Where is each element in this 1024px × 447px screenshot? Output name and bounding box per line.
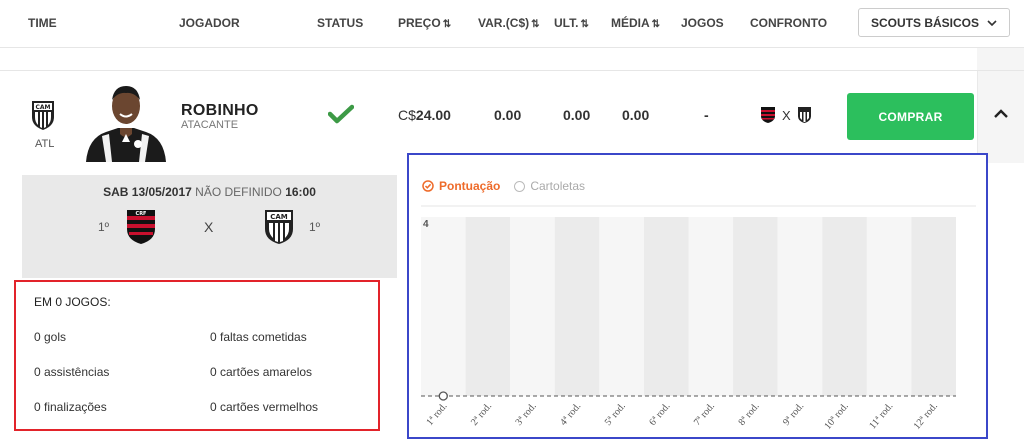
sort-icon: ⇅ [442,19,452,30]
atletico-mg-crest-icon: CAM [265,210,293,244]
x-tick-label: 4ª rod. [558,401,583,428]
check-icon [328,104,354,124]
y-tick-label: 4 [423,219,429,230]
svg-text:CAM: CAM [270,213,288,221]
away-team-position: 1º [309,220,321,234]
chart-band [643,217,689,396]
svg-text:CRF: CRF [136,211,147,217]
x-tick-label: 3ª rod. [514,401,539,428]
sort-icon: ⇅ [531,19,540,30]
stat-goals: 0 gols [34,330,67,344]
team-abbreviation: ATL [35,138,55,150]
player-games: - [704,107,709,123]
column-average[interactable]: MÉDIA ⇅ [611,16,660,30]
chart-band [554,217,600,396]
x-tick-label: 8ª rod. [736,401,761,428]
chart-band [510,217,555,396]
scouts-dropdown[interactable]: SCOUTS BÁSICOS [858,8,1010,37]
player-row[interactable]: CAM ATL ROBINHO ATACANTE C$24.00 0.00 0.… [0,70,1024,163]
chart-band [599,217,644,396]
player-avatar [86,86,166,162]
chart-band [777,217,823,396]
player-average: 0.00 [622,107,650,123]
chart-band [822,217,867,396]
sort-icon: ⇅ [580,19,589,30]
match-date-line: SAB 13/05/2017 NÃO DEFINIDO 16:00 [103,185,316,199]
table-header: TIME JOGADOR STATUS PREÇO ⇅ VAR.(C$) ⇅ ULT… [0,0,1024,48]
flamengo-crest-icon: CRF [127,210,155,244]
column-team: TIME [28,16,57,30]
flamengo-crest-icon [761,107,775,123]
score-chart: Pontuação Cartoletas 4 1ª rod. 2ª rod. 3ª r… [407,153,988,439]
x-tick-label: 11ª rod. [867,401,895,432]
chevron-down-icon [987,19,997,26]
chart-band [688,217,734,396]
x-tick-label: 7ª rod. [692,401,717,428]
chart-plot: 4 1ª rod. 2ª rod. 3ª rod. 4ª rod. 5ª rod. 6ª r… [421,205,976,432]
svg-text:CAM: CAM [35,104,50,111]
player-last-score: 0.00 [563,107,591,123]
column-last[interactable]: ULT. ⇅ [554,16,589,30]
chart-band [465,217,511,396]
column-matchup: CONFRONTO [750,16,828,30]
player-price: C$24.00 [398,107,451,123]
x-tick-label: 6ª rod. [647,401,672,428]
stat-yellow-cards: 0 cartões amarelos [210,365,313,379]
stat-red-cards: 0 cartões vermelhos [210,400,319,414]
x-tick-label: 10ª rod. [822,401,850,432]
x-tick-label: 2ª rod. [469,401,494,428]
chart-band [866,217,912,396]
chart-band [733,217,778,396]
spacer [0,48,1024,70]
x-tick-label: 5ª rod. [603,401,628,428]
chart-band [421,217,466,396]
sort-icon: ⇅ [651,19,661,30]
column-price[interactable]: PREÇO ⇅ [398,16,451,30]
column-games: JOGOS [681,16,724,30]
stat-fouls: 0 faltas cometidas [210,330,307,344]
x-tick-label: 1ª rod. [424,401,449,428]
match-separator: X [204,219,214,235]
home-team-position: 1º [98,220,110,234]
atletico-mg-crest-icon: CAM [32,101,54,130]
match-info: SAB 13/05/2017 NÃO DEFINIDO 16:00 1º CRF… [22,175,397,278]
chart-band [911,217,956,396]
matchup-separator: X [782,107,791,123]
player-position: ATACANTE [181,119,239,131]
column-player: JOGADOR [179,16,240,30]
chevron-up-icon[interactable] [994,109,1008,118]
player-name: ROBINHO [181,102,259,119]
stats-title: EM 0 JOGOS: [34,295,111,309]
column-status: STATUS [317,16,364,30]
x-tick-label: 12ª rod. [912,401,940,432]
atletico-mg-crest-icon [797,107,811,123]
data-point [438,391,448,401]
stat-assists: 0 assistências [34,365,110,379]
player-stats: EM 0 JOGOS: 0 gols 0 faltas cometidas 0 … [14,280,380,431]
column-variation[interactable]: VAR.(C$) ⇅ [478,16,540,30]
x-tick-label: 9ª rod. [781,401,806,428]
player-variation: 0.00 [494,107,522,123]
stat-shots: 0 finalizações [34,400,107,414]
matchup-mini: X [760,106,812,124]
buy-button[interactable]: COMPRAR [847,93,974,140]
